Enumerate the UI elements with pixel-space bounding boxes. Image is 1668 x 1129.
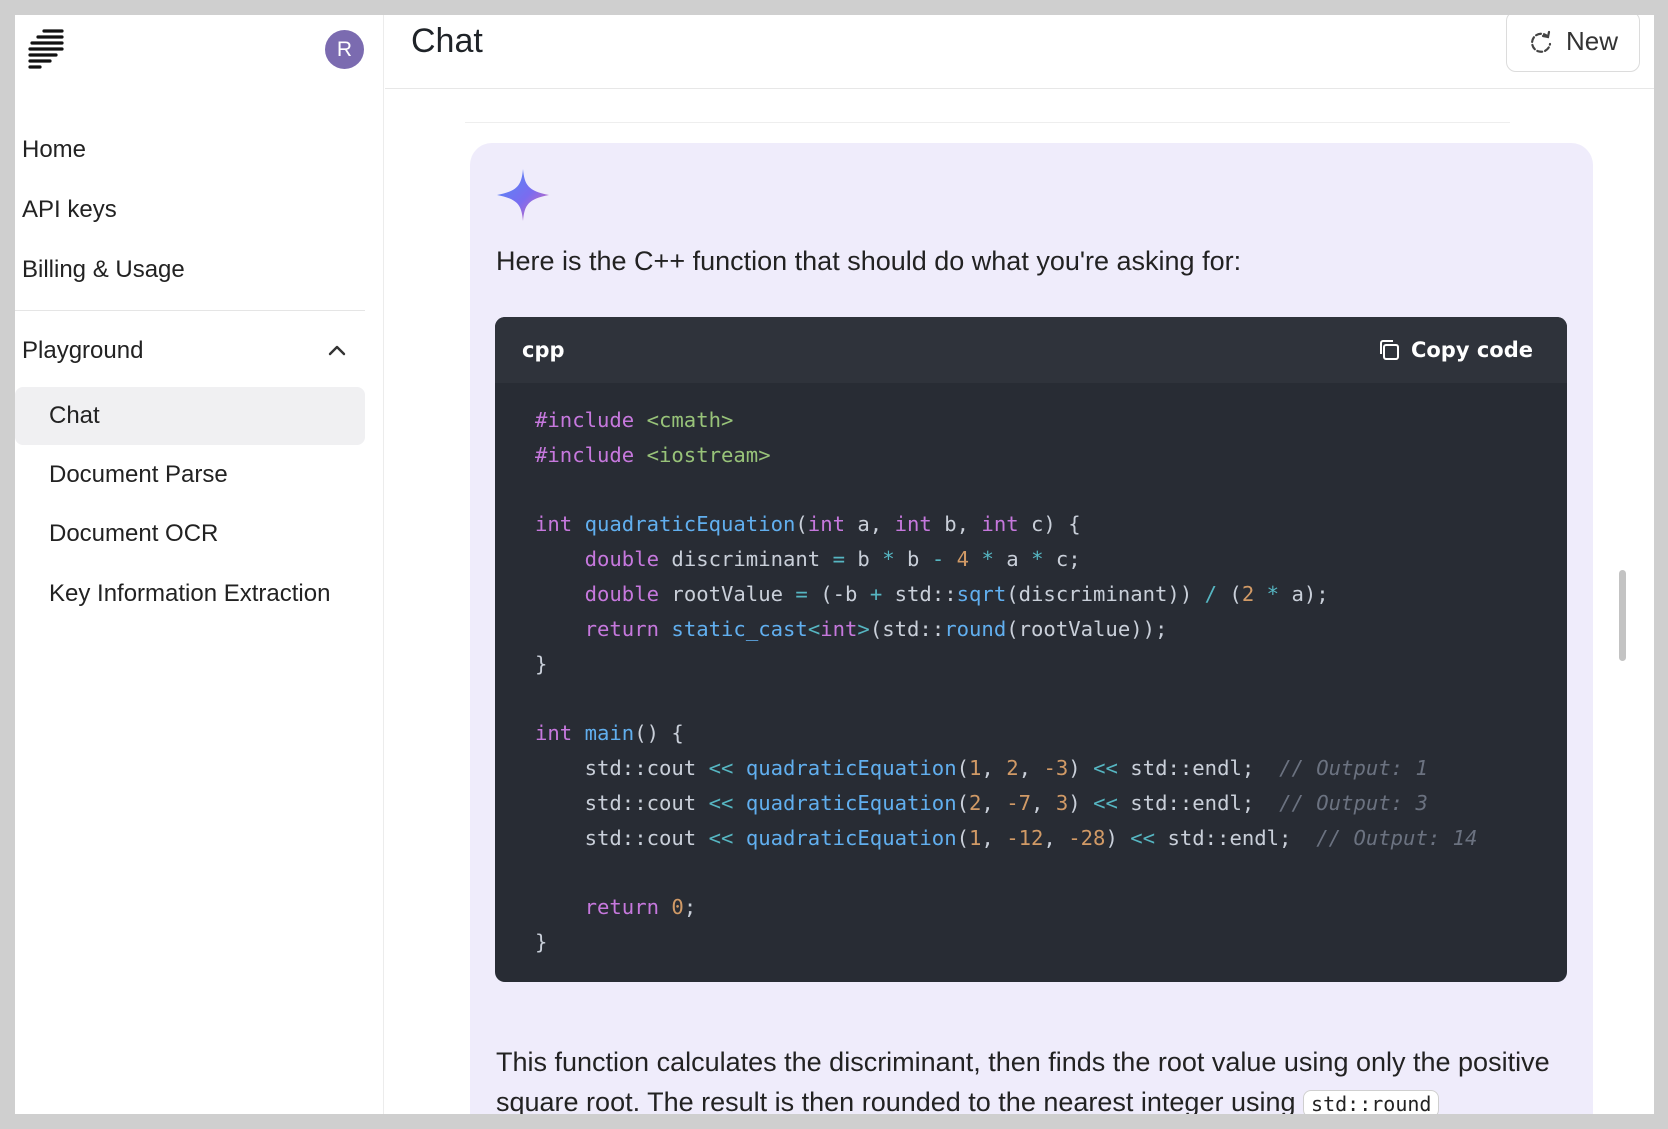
nav-document-parse[interactable]: Document Parse — [15, 446, 365, 504]
sidebar-divider — [15, 310, 365, 311]
scrollbar-thumb[interactable] — [1619, 570, 1626, 661]
assistant-message: Here is the C++ function that should do … — [470, 143, 1593, 1114]
sidebar: R Home API keys Billing & Usage Playgrou… — [15, 15, 384, 1114]
topbar: Chat New — [385, 15, 1654, 89]
response-paragraph: This function calculates the discriminan… — [496, 1042, 1586, 1114]
playground-section-label: Playground — [22, 337, 144, 364]
code-header: cpp Copy code — [495, 317, 1567, 383]
page-title: Chat — [411, 22, 483, 60]
code-block: cpp Copy code #include <cmath> #include … — [495, 317, 1567, 982]
inline-code: std::round — [1303, 1090, 1440, 1114]
app-window: R Home API keys Billing & Usage Playgrou… — [15, 15, 1654, 1114]
playground-section-toggle[interactable]: Playground — [22, 337, 348, 365]
message-separator — [465, 122, 1510, 123]
logo-icon[interactable] — [24, 27, 64, 71]
chat-main: Chat New Here is the C++ function that s… — [385, 15, 1654, 1114]
nav-chat[interactable]: Chat — [15, 387, 365, 445]
nav-key-information-extraction[interactable]: Key Information Extraction — [15, 565, 365, 623]
copy-code-label: Copy code — [1410, 338, 1533, 362]
nav-api-keys[interactable]: API keys — [22, 196, 117, 224]
refresh-icon — [1530, 30, 1552, 53]
copy-icon — [1379, 340, 1399, 360]
response-intro: Here is the C++ function that should do … — [496, 246, 1242, 276]
copy-code-button[interactable]: Copy code — [1377, 338, 1533, 362]
sparkle-icon — [497, 169, 549, 221]
nav-billing-usage[interactable]: Billing & Usage — [22, 256, 185, 284]
code-content: #include <cmath> #include <iostream> int… — [535, 408, 1478, 954]
new-chat-button[interactable]: New — [1506, 15, 1640, 72]
nav-document-ocr[interactable]: Document OCR — [15, 505, 365, 563]
new-chat-label: New — [1565, 26, 1618, 56]
code-language: cpp — [522, 338, 565, 362]
nav-home[interactable]: Home — [22, 136, 86, 164]
user-avatar[interactable]: R — [325, 30, 364, 69]
chevron-up-icon — [328, 345, 346, 356]
